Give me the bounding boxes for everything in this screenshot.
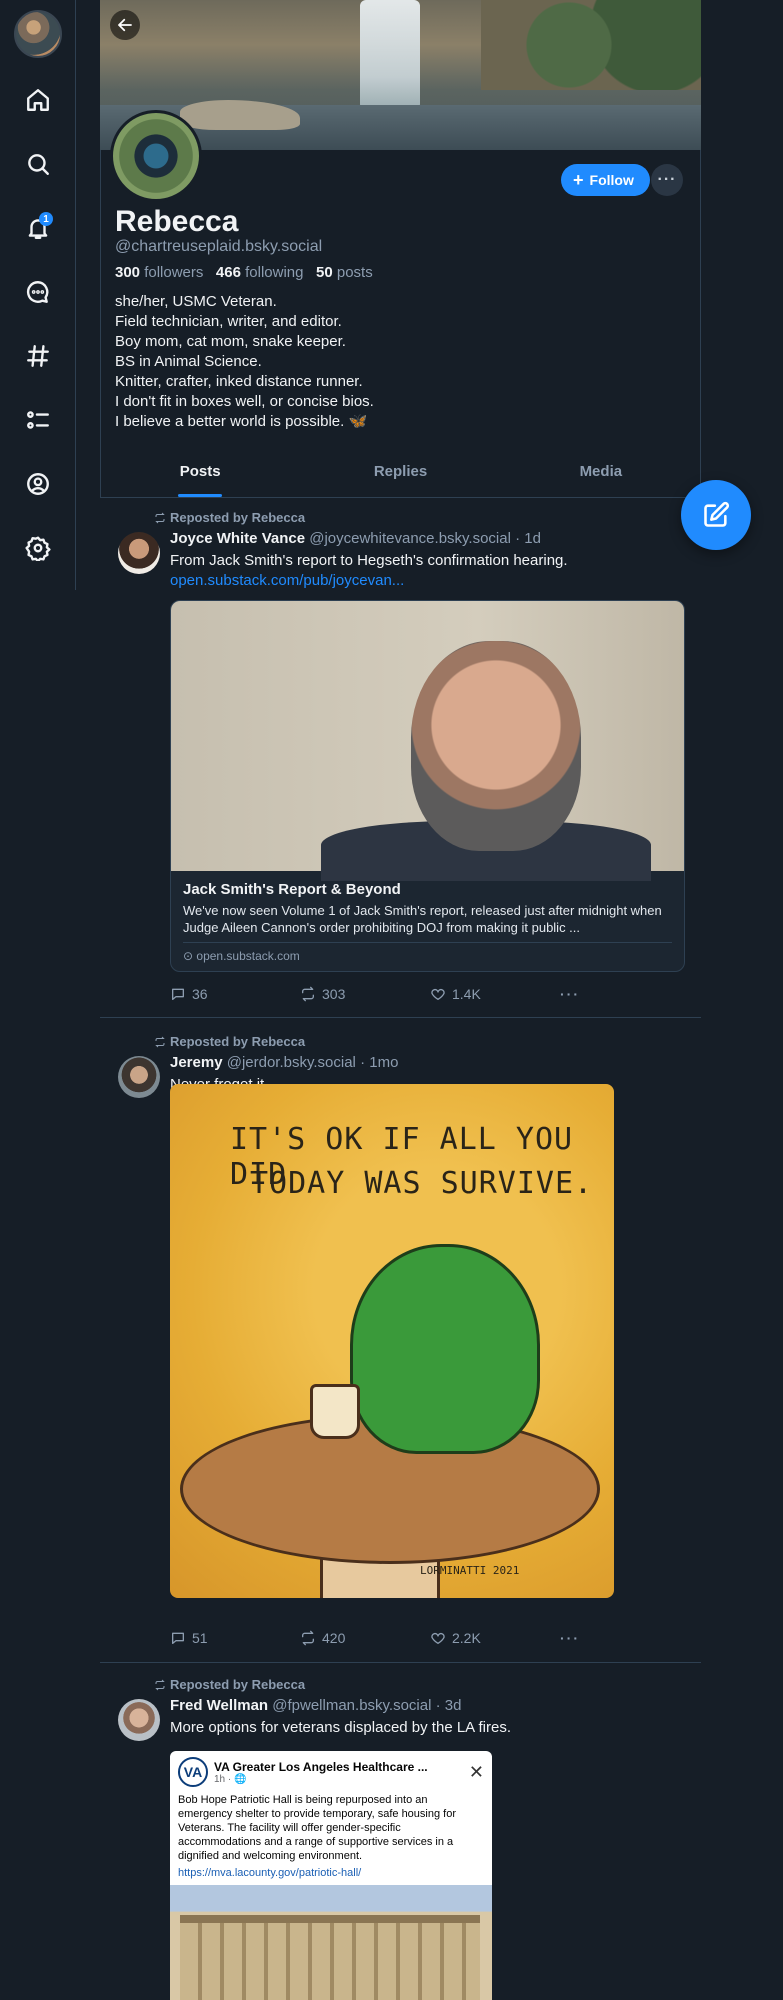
post-header: Fred Wellman @fpwellman.bsky.social · 3d xyxy=(170,1697,461,1714)
compose-icon xyxy=(704,501,730,527)
feed-post[interactable]: Reposted by Rebecca Jeremy @jerdor.bsky.… xyxy=(100,1018,701,1663)
profile-bio: she/her, USMC Veteran. Field technician,… xyxy=(115,293,374,430)
author-avatar[interactable] xyxy=(118,532,160,574)
va-logo: VA xyxy=(178,1757,208,1787)
post-image[interactable]: IT'S OK IF ALL YOU DID TODAY WAS SURVIVE… xyxy=(170,1084,614,1598)
post-time: · 3d xyxy=(435,1697,462,1714)
bell-icon[interactable]: 1 xyxy=(20,210,56,246)
posts-count: 50 posts xyxy=(316,264,373,281)
notification-badge: 1 xyxy=(39,212,53,226)
author-avatar[interactable] xyxy=(118,1699,160,1741)
profile-name: Rebecca xyxy=(115,205,239,238)
search-icon[interactable] xyxy=(20,146,56,182)
back-arrow-icon[interactable] xyxy=(110,10,140,40)
feed-post[interactable]: Reposted by Rebecca Fred Wellman @fpwell… xyxy=(100,1663,701,2000)
profile-handle: @chartreuseplaid.bsky.social xyxy=(115,238,323,255)
post-actions: 36 303 1.4K ··· xyxy=(170,986,590,1002)
repost-indicator: Reposted by Rebecca xyxy=(154,510,305,525)
current-user-avatar[interactable] xyxy=(14,10,62,58)
reply-button[interactable]: 36 xyxy=(170,986,300,1002)
repost-button[interactable]: 420 xyxy=(300,1630,430,1646)
like-button[interactable]: 2.2K xyxy=(430,1630,560,1646)
author-handle[interactable]: @fpwellman.bsky.social xyxy=(272,1697,431,1714)
post-text: From Jack Smith's report to Hegseth's co… xyxy=(170,552,568,569)
post-image[interactable]: VA VA Greater Los Angeles Healthcare ...… xyxy=(170,1751,492,2000)
author-name[interactable]: Fred Wellman xyxy=(170,1697,268,1714)
like-button[interactable]: 1.4K xyxy=(430,986,560,1002)
profile-tabs: Posts Replies Media xyxy=(100,452,701,498)
tab-media[interactable]: Media xyxy=(501,452,701,497)
tab-posts[interactable]: Posts xyxy=(100,452,300,497)
close-icon: ✕ xyxy=(468,1761,484,1782)
followers-link[interactable]: 300 followers xyxy=(115,264,203,281)
reply-icon xyxy=(172,988,184,1000)
repost-icon xyxy=(155,512,165,523)
link-preview-card[interactable]: Jack Smith's Report & Beyond We've now s… xyxy=(170,600,685,972)
profile-more-button[interactable]: ··· xyxy=(651,164,683,196)
post-time: · 1mo xyxy=(360,1054,399,1071)
post-header: Jeremy @jerdor.bsky.social · 1mo xyxy=(170,1054,398,1071)
post-more-button[interactable]: ··· xyxy=(560,986,580,1002)
post-text: More options for veterans displaced by t… xyxy=(170,1719,512,1736)
plus-icon: + xyxy=(573,170,584,190)
card-description: We've now seen Volume 1 of Jack Smith's … xyxy=(183,903,662,935)
repost-icon xyxy=(302,986,314,1002)
list-icon[interactable] xyxy=(20,402,56,438)
author-avatar[interactable] xyxy=(118,1056,160,1098)
post-link[interactable]: open.substack.com/pub/joycevan... xyxy=(170,572,404,589)
reply-icon xyxy=(172,1632,184,1644)
feed-post[interactable]: Reposted by Rebecca Joyce White Vance @j… xyxy=(100,498,701,1018)
author-handle[interactable]: @joycewhitevance.bsky.social xyxy=(309,530,511,547)
following-link[interactable]: 466 following xyxy=(216,264,304,281)
reply-button[interactable]: 51 xyxy=(170,1630,300,1646)
building-photo xyxy=(170,1885,492,2000)
hashtag-icon[interactable] xyxy=(20,338,56,374)
author-name[interactable]: Joyce White Vance xyxy=(170,530,305,547)
home-icon[interactable] xyxy=(20,82,56,118)
repost-indicator: Reposted by Rebecca xyxy=(154,1677,305,1692)
post-time: · 1d xyxy=(515,530,541,547)
post-more-button[interactable]: ··· xyxy=(560,1630,580,1646)
left-nav-rail: 1 xyxy=(0,0,76,590)
repost-icon xyxy=(155,1679,165,1690)
tab-replies[interactable]: Replies xyxy=(300,452,500,497)
repost-indicator: Reposted by Rebecca xyxy=(154,1034,305,1049)
repost-button[interactable]: 303 xyxy=(300,986,430,1002)
profile-icon[interactable] xyxy=(20,466,56,502)
repost-icon xyxy=(302,1630,314,1646)
profile-stats: 300 followers 466 following 50 posts xyxy=(115,264,373,281)
heart-icon xyxy=(431,988,445,1000)
chat-icon[interactable] xyxy=(20,274,56,310)
card-source: ⊙ open.substack.com xyxy=(183,942,672,971)
follow-button[interactable]: + Follow xyxy=(561,164,650,196)
author-name[interactable]: Jeremy xyxy=(170,1054,223,1071)
link-preview-image xyxy=(171,601,684,881)
post-header: Joyce White Vance @joycewhitevance.bsky.… xyxy=(170,530,541,547)
gear-icon[interactable] xyxy=(20,530,56,566)
globe-icon: ⊙ xyxy=(183,949,194,963)
author-handle[interactable]: @jerdor.bsky.social xyxy=(227,1054,356,1071)
post-actions: 51 420 2.2K ··· xyxy=(170,1630,590,1646)
profile-avatar[interactable] xyxy=(110,110,202,202)
heart-icon xyxy=(431,1632,445,1644)
repost-icon xyxy=(155,1036,165,1047)
